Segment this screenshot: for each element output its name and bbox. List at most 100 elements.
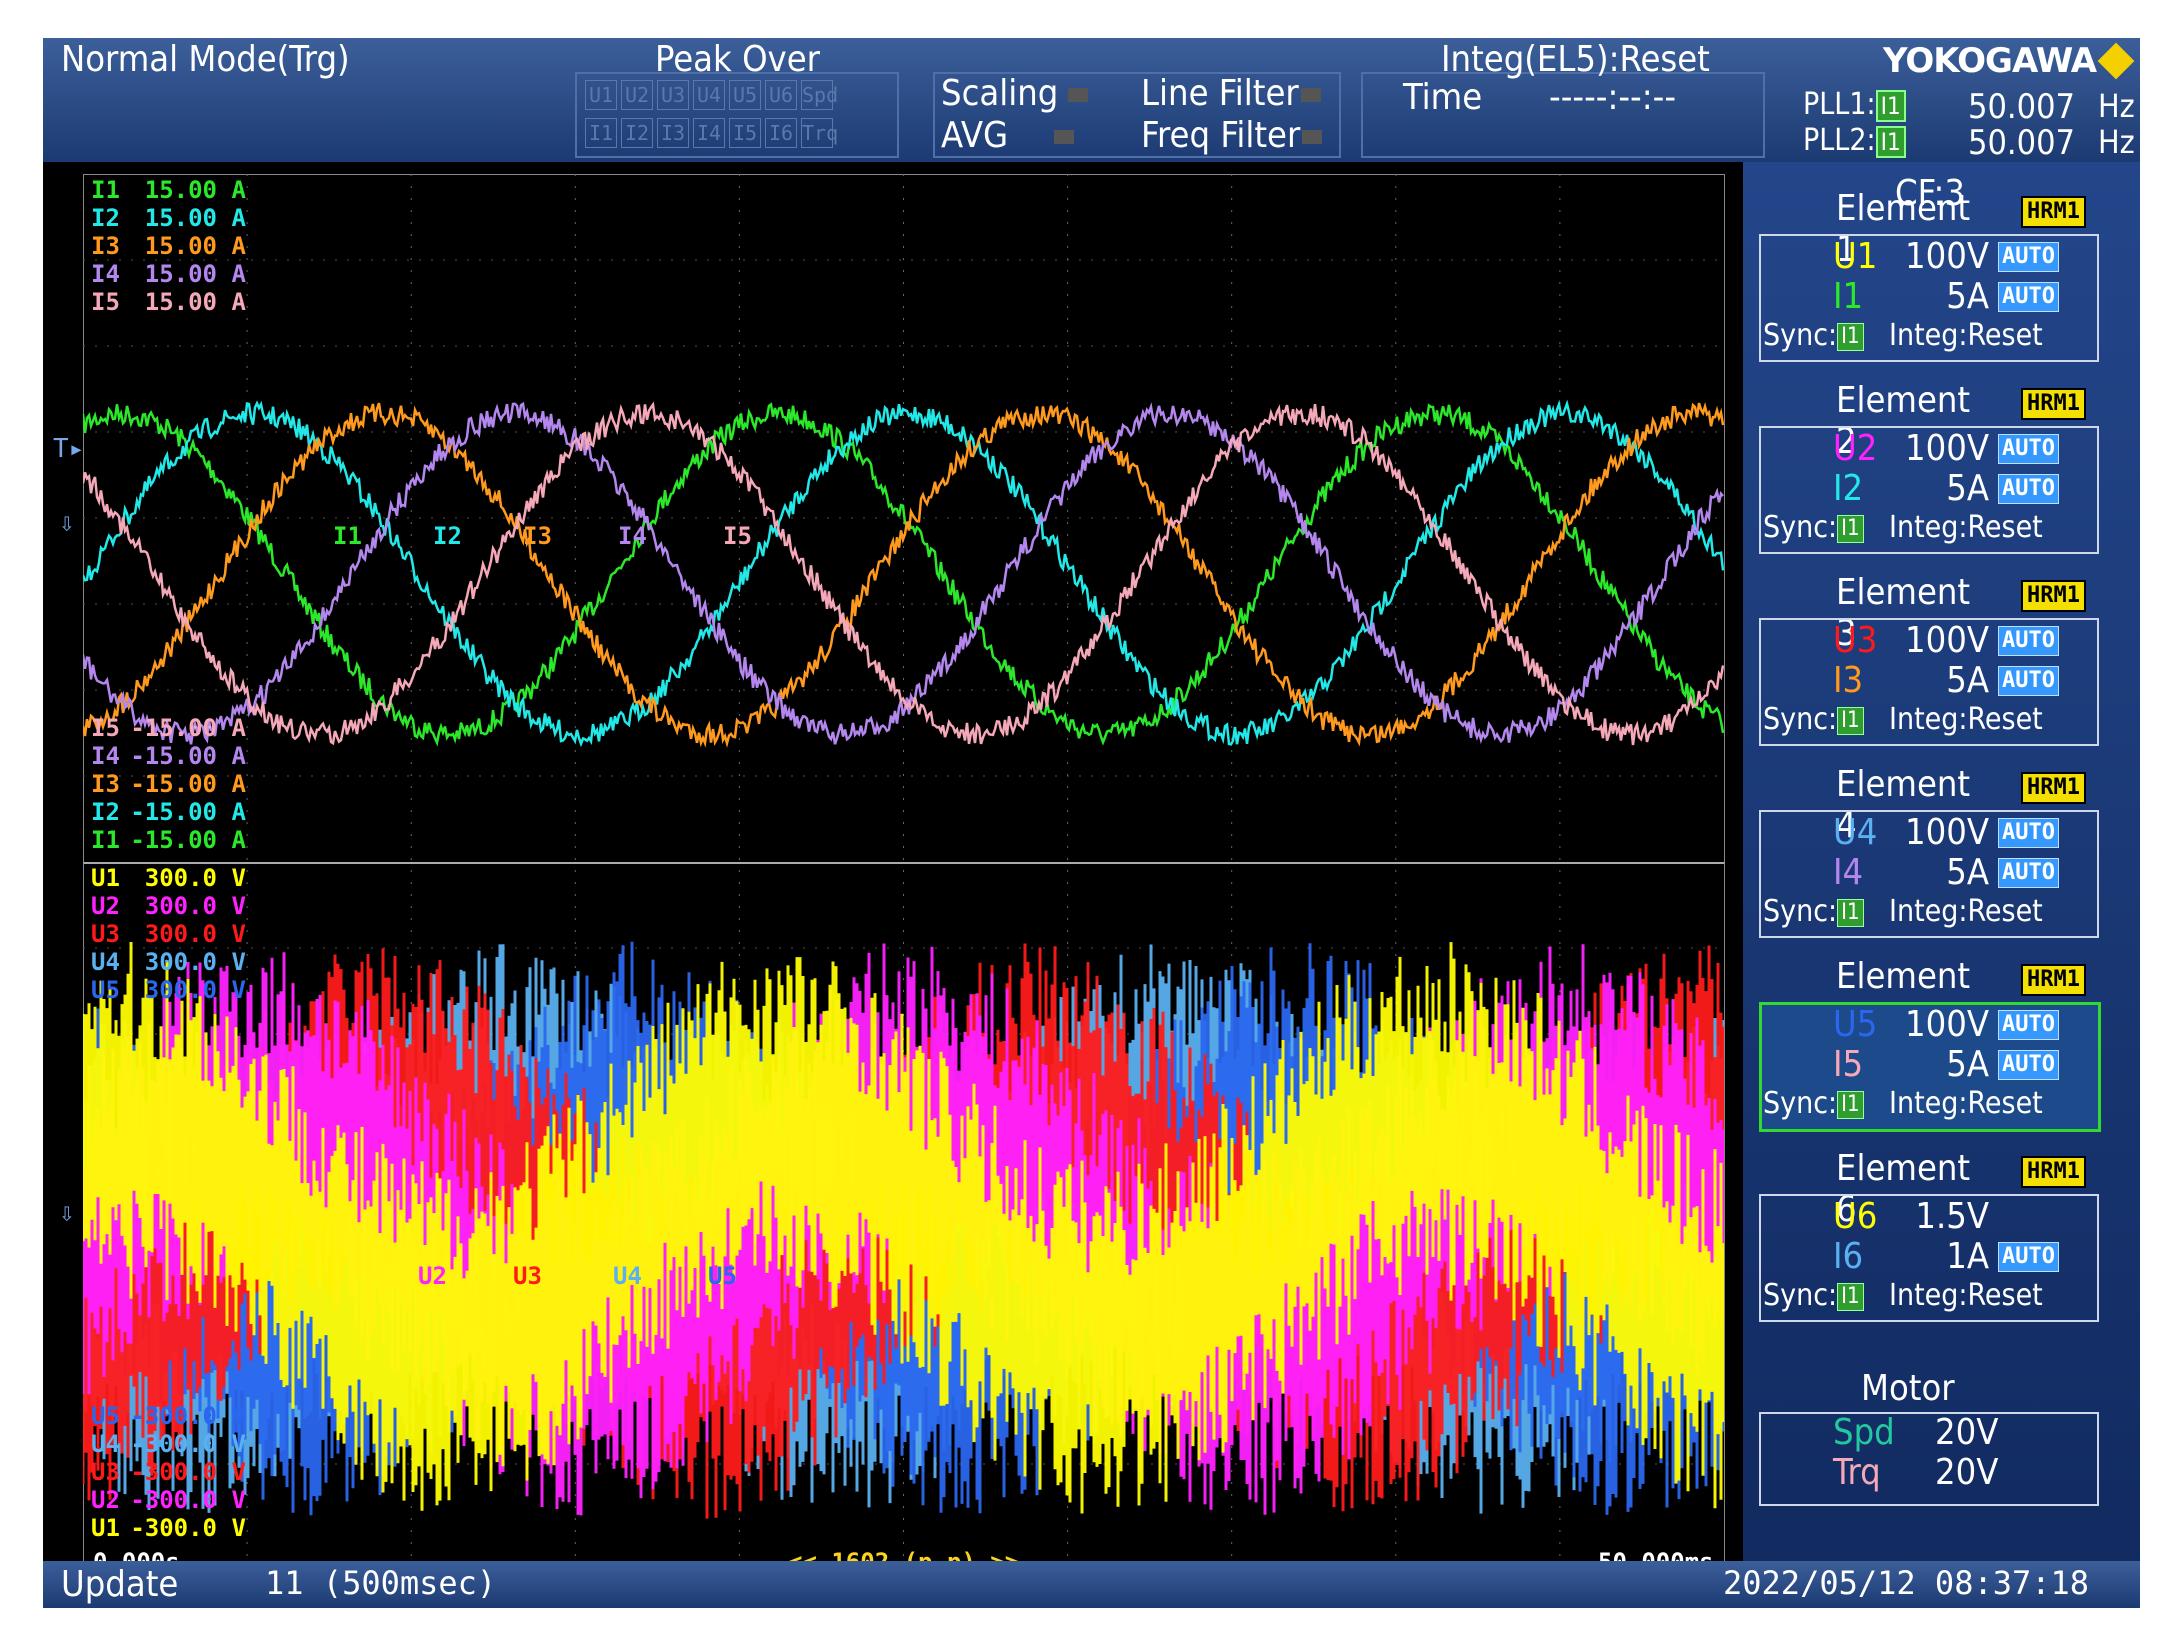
peak-over-indicator-u4: U4 <box>693 80 725 110</box>
scale-value: 300.0 V <box>144 976 246 1004</box>
integ-status: Integ:Reset <box>1889 1278 2043 1313</box>
integ-label: Integ(EL5):Reset <box>1441 39 1710 80</box>
peak-over-box: U1 U2 U3 U4 U5 U6 Spd I1 I2 I3 I4 I5 I6 Trq <box>575 72 899 158</box>
pll2-value: 50.007 <box>1968 123 2075 163</box>
sync-label: Sync: <box>1763 510 1838 545</box>
scale-row-u5: U5 300.0 V <box>91 976 246 1004</box>
current-trace-i2 <box>83 399 1724 748</box>
voltage-range: 100V <box>1905 812 1989 853</box>
waveform-svg: I1 I2 I3 I4 I5U2 U3 U4 U5 <box>83 174 1724 1583</box>
sync-source-badge: I1 <box>1837 706 1864 735</box>
scale-value: 300.0 V <box>144 892 246 920</box>
scale-channel: U2 <box>91 892 120 920</box>
time-label: Time <box>1403 77 1483 118</box>
scale-row-u2: U2 -300.0 V <box>91 1486 246 1514</box>
update-label: Update <box>61 1564 179 1605</box>
scale-row-i1: I1 -15.00 A <box>91 826 246 854</box>
scale-row-u3: U3 300.0 V <box>91 920 246 948</box>
peak-over-indicator-trq: Trq <box>801 118 838 148</box>
scale-value: -300.0 V <box>130 1486 246 1514</box>
scale-channel: U1 <box>91 1514 120 1542</box>
scale-channel: U4 <box>91 948 120 976</box>
scale-channel: U4 <box>91 1430 120 1458</box>
hrm-badge: HRM1 <box>2021 1156 2086 1188</box>
time-value: -----:--:-- <box>1549 77 1677 118</box>
hrm-badge: HRM1 <box>2021 772 2086 804</box>
mode-label: Normal Mode(Trg) <box>61 39 350 80</box>
pll2-source-badge: I1 <box>1875 126 1906 158</box>
integ-status: Integ:Reset <box>1889 702 2043 737</box>
voltage-trace-label-u5: U5 <box>708 1262 737 1290</box>
current-trace-label-i3: I3 <box>523 522 552 550</box>
sync-row: Sync: I1 <box>1763 1086 1864 1121</box>
current-auto-badge: AUTO <box>1998 1050 2059 1080</box>
current-scale-top: I1 15.00 A I2 15.00 A I3 15.00 A I4 15.00 A I5 15… <box>91 176 246 316</box>
scale-row-i5: I5 15.00 A <box>91 288 246 316</box>
scale-channel: I5 <box>91 288 120 316</box>
scale-channel: U5 <box>91 1402 120 1430</box>
sync-row: Sync: I1 <box>1763 702 1864 737</box>
scale-row-i2: I2 -15.00 A <box>91 798 246 826</box>
sync-source-badge: I1 <box>1837 898 1864 927</box>
current-range: 5A <box>1946 468 1989 509</box>
scale-channel: I3 <box>91 232 120 260</box>
scale-channel: U2 <box>91 1486 120 1514</box>
element-sidebar: CF:3 Element 1 HRM1 U1 100V AUTO I1 5A AUTO Sync… <box>1743 162 2140 1592</box>
trq-range: 20V <box>1935 1452 1999 1493</box>
scale-row-i5: I5 -15.00 A <box>91 714 246 742</box>
scale-value: -15.00 A <box>130 798 246 826</box>
yokogawa-logo: YOKOGAWA <box>1883 41 2097 81</box>
voltage-auto-badge: AUTO <box>1998 242 2059 272</box>
scale-value: 15.00 A <box>144 176 246 204</box>
scale-row-i2: I2 15.00 A <box>91 204 246 232</box>
peak-over-indicator-i3: I3 <box>657 118 689 148</box>
scale-row-u1: U1 -300.0 V <box>91 1514 246 1542</box>
scale-row-u2: U2 300.0 V <box>91 892 246 920</box>
sync-label: Sync: <box>1763 318 1838 353</box>
scale-channel: I2 <box>91 798 120 826</box>
peak-over-indicator-u3: U3 <box>657 80 689 110</box>
header-bar: Normal Mode(Trg) Peak Over U1 U2 U3 U4 U5 U6 S… <box>43 38 2140 162</box>
scale-row-u4: U4 300.0 V <box>91 948 246 976</box>
voltage-range: 100V <box>1905 620 1989 661</box>
current-trace-label-i1: I1 <box>333 522 362 550</box>
scale-row-i4: I4 -15.00 A <box>91 742 246 770</box>
trigger-level-icon: T▸ <box>53 434 85 464</box>
current-range: 5A <box>1946 660 1989 701</box>
scale-channel: I3 <box>91 770 120 798</box>
current-range: 1A <box>1946 1236 1989 1277</box>
freq-filter-label: Freq Filter <box>1141 118 1323 154</box>
scale-row-u3: U3 -300.0 V <box>91 1458 246 1486</box>
line-filter-indicator <box>1300 88 1321 102</box>
scale-row-i3: I3 -15.00 A <box>91 770 246 798</box>
scale-row-i1: I1 15.00 A <box>91 176 246 204</box>
avg-label: AVG <box>941 118 1075 154</box>
scale-channel: I1 <box>91 176 120 204</box>
current-auto-badge: AUTO <box>1998 858 2059 888</box>
voltage-trace-label-u2: U2 <box>418 1262 447 1290</box>
scale-row-i3: I3 15.00 A <box>91 232 246 260</box>
voltage-range: 100V <box>1905 236 1989 277</box>
peak-over-indicator-spd: Spd <box>801 80 838 110</box>
voltage-range: 1.5V <box>1915 1196 1989 1237</box>
voltage-scale-top: U1 300.0 V U2 300.0 V U3 300.0 V U4 300.0 V U5 30… <box>91 864 246 1004</box>
integ-status: Integ:Reset <box>1889 510 2043 545</box>
scale-value: 15.00 A <box>144 232 246 260</box>
scale-value: 15.00 A <box>144 288 246 316</box>
current-trace-label-i4: I4 <box>618 522 647 550</box>
current-auto-badge: AUTO <box>1998 666 2059 696</box>
voltage-auto-badge: AUTO <box>1998 434 2059 464</box>
scale-value: -15.00 A <box>130 742 246 770</box>
scale-row-i4: I4 15.00 A <box>91 260 246 288</box>
sync-label: Sync: <box>1763 702 1838 737</box>
datetime: 2022/05/12 08:37:18 <box>1723 1564 2090 1602</box>
pll1-unit: Hz <box>2098 87 2135 125</box>
scale-channel: I2 <box>91 204 120 232</box>
scale-value: 300.0 V <box>144 948 246 976</box>
current-trace-label-i5: I5 <box>723 522 752 550</box>
scale-channel: U3 <box>91 1458 120 1486</box>
current-scale-bottom: I5 -15.00 A I4 -15.00 A I3 -15.00 A I2 -15.00 A… <box>91 714 246 854</box>
scope-screen: Normal Mode(Trg) Peak Over U1 U2 U3 U4 U5 U6 S… <box>43 38 2140 1608</box>
integ-status: Integ:Reset <box>1889 318 2043 353</box>
scale-row-u5: U5 -300.0 V <box>91 1402 246 1430</box>
